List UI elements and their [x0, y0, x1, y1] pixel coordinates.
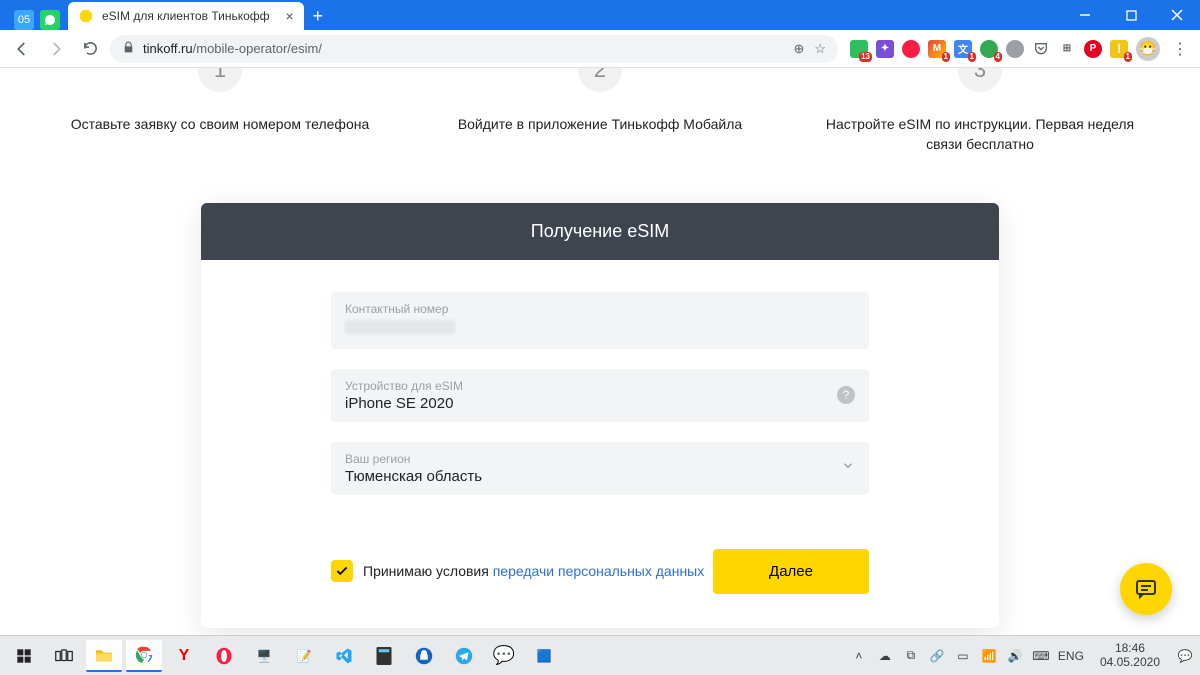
keepass-taskbar-icon[interactable] — [406, 640, 442, 672]
step-number: 3 — [958, 68, 1002, 92]
taskview-button[interactable] — [46, 640, 82, 672]
vscode-taskbar-icon[interactable] — [326, 640, 362, 672]
agree-checkbox[interactable] — [331, 560, 353, 582]
reload-button[interactable] — [76, 35, 104, 63]
opera-taskbar-icon[interactable] — [206, 640, 242, 672]
explorer-taskbar-icon[interactable] — [86, 640, 122, 672]
link-tray-icon[interactable]: 🔗 — [928, 649, 946, 663]
battery-tray-icon[interactable]: ▭ — [954, 649, 972, 663]
minimize-button[interactable] — [1062, 0, 1108, 30]
help-icon[interactable]: ? — [837, 386, 855, 404]
chat-fab-button[interactable] — [1120, 563, 1172, 615]
opera-ext-icon[interactable] — [902, 40, 920, 58]
pocket-ext-icon[interactable] — [1032, 40, 1050, 58]
step-number: 1 — [198, 68, 242, 92]
pinned-tabs: 05 — [6, 10, 68, 30]
tray-chevron-icon[interactable]: ˄ — [850, 649, 868, 663]
device-value: iPhone SE 2020 — [345, 395, 855, 412]
taskbar-clock[interactable]: 18:46 04.05.2020 — [1092, 642, 1168, 670]
wifi-tray-icon[interactable]: 📶 — [980, 649, 998, 663]
grid-ext-icon[interactable]: ⊞ — [1058, 40, 1076, 58]
yandex-taskbar-icon[interactable]: Y — [166, 640, 202, 672]
dropbox-tray-icon[interactable]: ⧉ — [902, 648, 920, 663]
lastpass-ext-icon[interactable]: |1 — [1110, 40, 1128, 58]
region-value: Тюменская область — [345, 468, 855, 485]
chrome-taskbar-icon[interactable] — [126, 640, 162, 672]
agree-link[interactable]: передачи персональных данных — [493, 563, 705, 579]
translate-ext-icon[interactable]: 文1 — [954, 40, 972, 58]
browser-toolbar: tinkoff.ru/mobile-operator/esim/ ⊕ ☆ 13 … — [0, 30, 1200, 68]
windows-taskbar: Y 🖥️ 📝 💬 🟦 ˄ ☁ ⧉ 🔗 ▭ 📶 🔊 ⌨ ENG 18:46 04.… — [0, 635, 1200, 675]
calculator-taskbar-icon[interactable] — [366, 640, 402, 672]
system-tray: ˄ ☁ ⧉ 🔗 ▭ 📶 🔊 ⌨ ENG 18:46 04.05.2020 💬 — [850, 642, 1194, 670]
step-text: Оставьте заявку со своим номером телефон… — [60, 114, 380, 134]
start-button[interactable] — [6, 640, 42, 672]
form-title: Получение eSIM — [201, 203, 999, 260]
evernote-ext-icon[interactable]: 13 — [850, 40, 868, 58]
step-3: 3 Настройте eSIM по инструкции. Первая н… — [820, 68, 1140, 155]
new-tab-button[interactable]: + — [304, 2, 332, 30]
chat-taskbar-icon[interactable]: 💬 — [486, 640, 522, 672]
agree-row[interactable]: Принимаю условия передачи персональных д… — [331, 560, 704, 582]
page-content: 1 Оставьте заявку со своим номером телеф… — [0, 68, 1200, 635]
whatsapp-icon — [44, 14, 56, 26]
region-label: Ваш регион — [345, 452, 855, 466]
tab-title: eSIM для клиентов Тинькофф — [102, 9, 270, 23]
url-text: tinkoff.ru/mobile-operator/esim/ — [143, 41, 322, 56]
telegram-taskbar-icon[interactable] — [446, 640, 482, 672]
keyboard-tray-icon[interactable]: ⌨ — [1032, 649, 1050, 663]
step-1: 1 Оставьте заявку со своим номером телеф… — [60, 68, 380, 155]
tinkoff-favicon-icon — [78, 8, 94, 24]
chevron-down-icon — [841, 459, 855, 478]
esim-steps: 1 Оставьте заявку со своим номером телеф… — [0, 68, 1200, 185]
grey-ext-icon[interactable] — [1006, 40, 1024, 58]
app-taskbar-icon-2[interactable]: 🟦 — [526, 640, 562, 672]
window-titlebar: 05 eSIM для клиентов Тинькофф × + — [0, 0, 1200, 30]
forward-button[interactable] — [42, 35, 70, 63]
agree-text: Принимаю условия передачи персональных д… — [363, 563, 704, 579]
notepad-taskbar-icon[interactable]: 📝 — [286, 640, 322, 672]
pinned-tab-whatsapp[interactable] — [40, 10, 60, 30]
chat-icon — [1134, 577, 1158, 601]
bookmark-icon[interactable]: ☆ — [814, 41, 826, 57]
step-2: 2 Войдите в приложение Тинькофф Мобайла — [440, 68, 760, 155]
step-text: Войдите в приложение Тинькофф Мобайла — [440, 114, 760, 134]
close-window-button[interactable] — [1154, 0, 1200, 30]
phone-label: Контактный номер — [345, 302, 855, 316]
step-number: 2 — [578, 68, 622, 92]
checker-ext-icon[interactable]: 4 — [980, 40, 998, 58]
region-field[interactable]: Ваш регион Тюменская область — [331, 442, 869, 495]
install-icon[interactable]: ⊕ — [793, 41, 804, 57]
browser-tab-active[interactable]: eSIM для клиентов Тинькофф × — [68, 2, 304, 30]
onedrive-tray-icon[interactable]: ☁ — [876, 649, 894, 663]
pinned-tab-1[interactable]: 05 — [14, 10, 34, 30]
app-taskbar-icon-1[interactable]: 🖥️ — [246, 640, 282, 672]
notifications-tray-icon[interactable]: 💬 — [1176, 649, 1194, 663]
maximize-button[interactable] — [1108, 0, 1154, 30]
close-tab-icon[interactable]: × — [286, 8, 294, 24]
phone-field[interactable]: Контактный номер — [331, 292, 869, 349]
chrome-menu-button[interactable]: ⋮ — [1168, 39, 1192, 59]
pinterest-ext-icon[interactable]: P — [1084, 40, 1102, 58]
address-bar[interactable]: tinkoff.ru/mobile-operator/esim/ ⊕ ☆ — [110, 35, 838, 63]
device-field[interactable]: Устройство для eSIM iPhone SE 2020 ? — [331, 369, 869, 422]
step-text: Настройте eSIM по инструкции. Первая нед… — [820, 114, 1140, 155]
language-indicator[interactable]: ENG — [1058, 649, 1084, 663]
next-button[interactable]: Далее — [713, 549, 869, 594]
volume-tray-icon[interactable]: 🔊 — [1006, 649, 1024, 663]
back-button[interactable] — [8, 35, 36, 63]
extensions-row: 13 ✦ M1 文1 4 ⊞ P |1 😷 ⋮ — [844, 37, 1192, 61]
gmail-ext-icon[interactable]: M1 — [928, 40, 946, 58]
purple-ext-icon[interactable]: ✦ — [876, 40, 894, 58]
device-label: Устройство для eSIM — [345, 379, 855, 393]
phone-value-redacted — [345, 320, 455, 334]
profile-avatar[interactable]: 😷 — [1136, 37, 1160, 61]
esim-form-card: Получение eSIM Контактный номер Устройст… — [201, 203, 999, 628]
lock-icon — [122, 41, 135, 57]
